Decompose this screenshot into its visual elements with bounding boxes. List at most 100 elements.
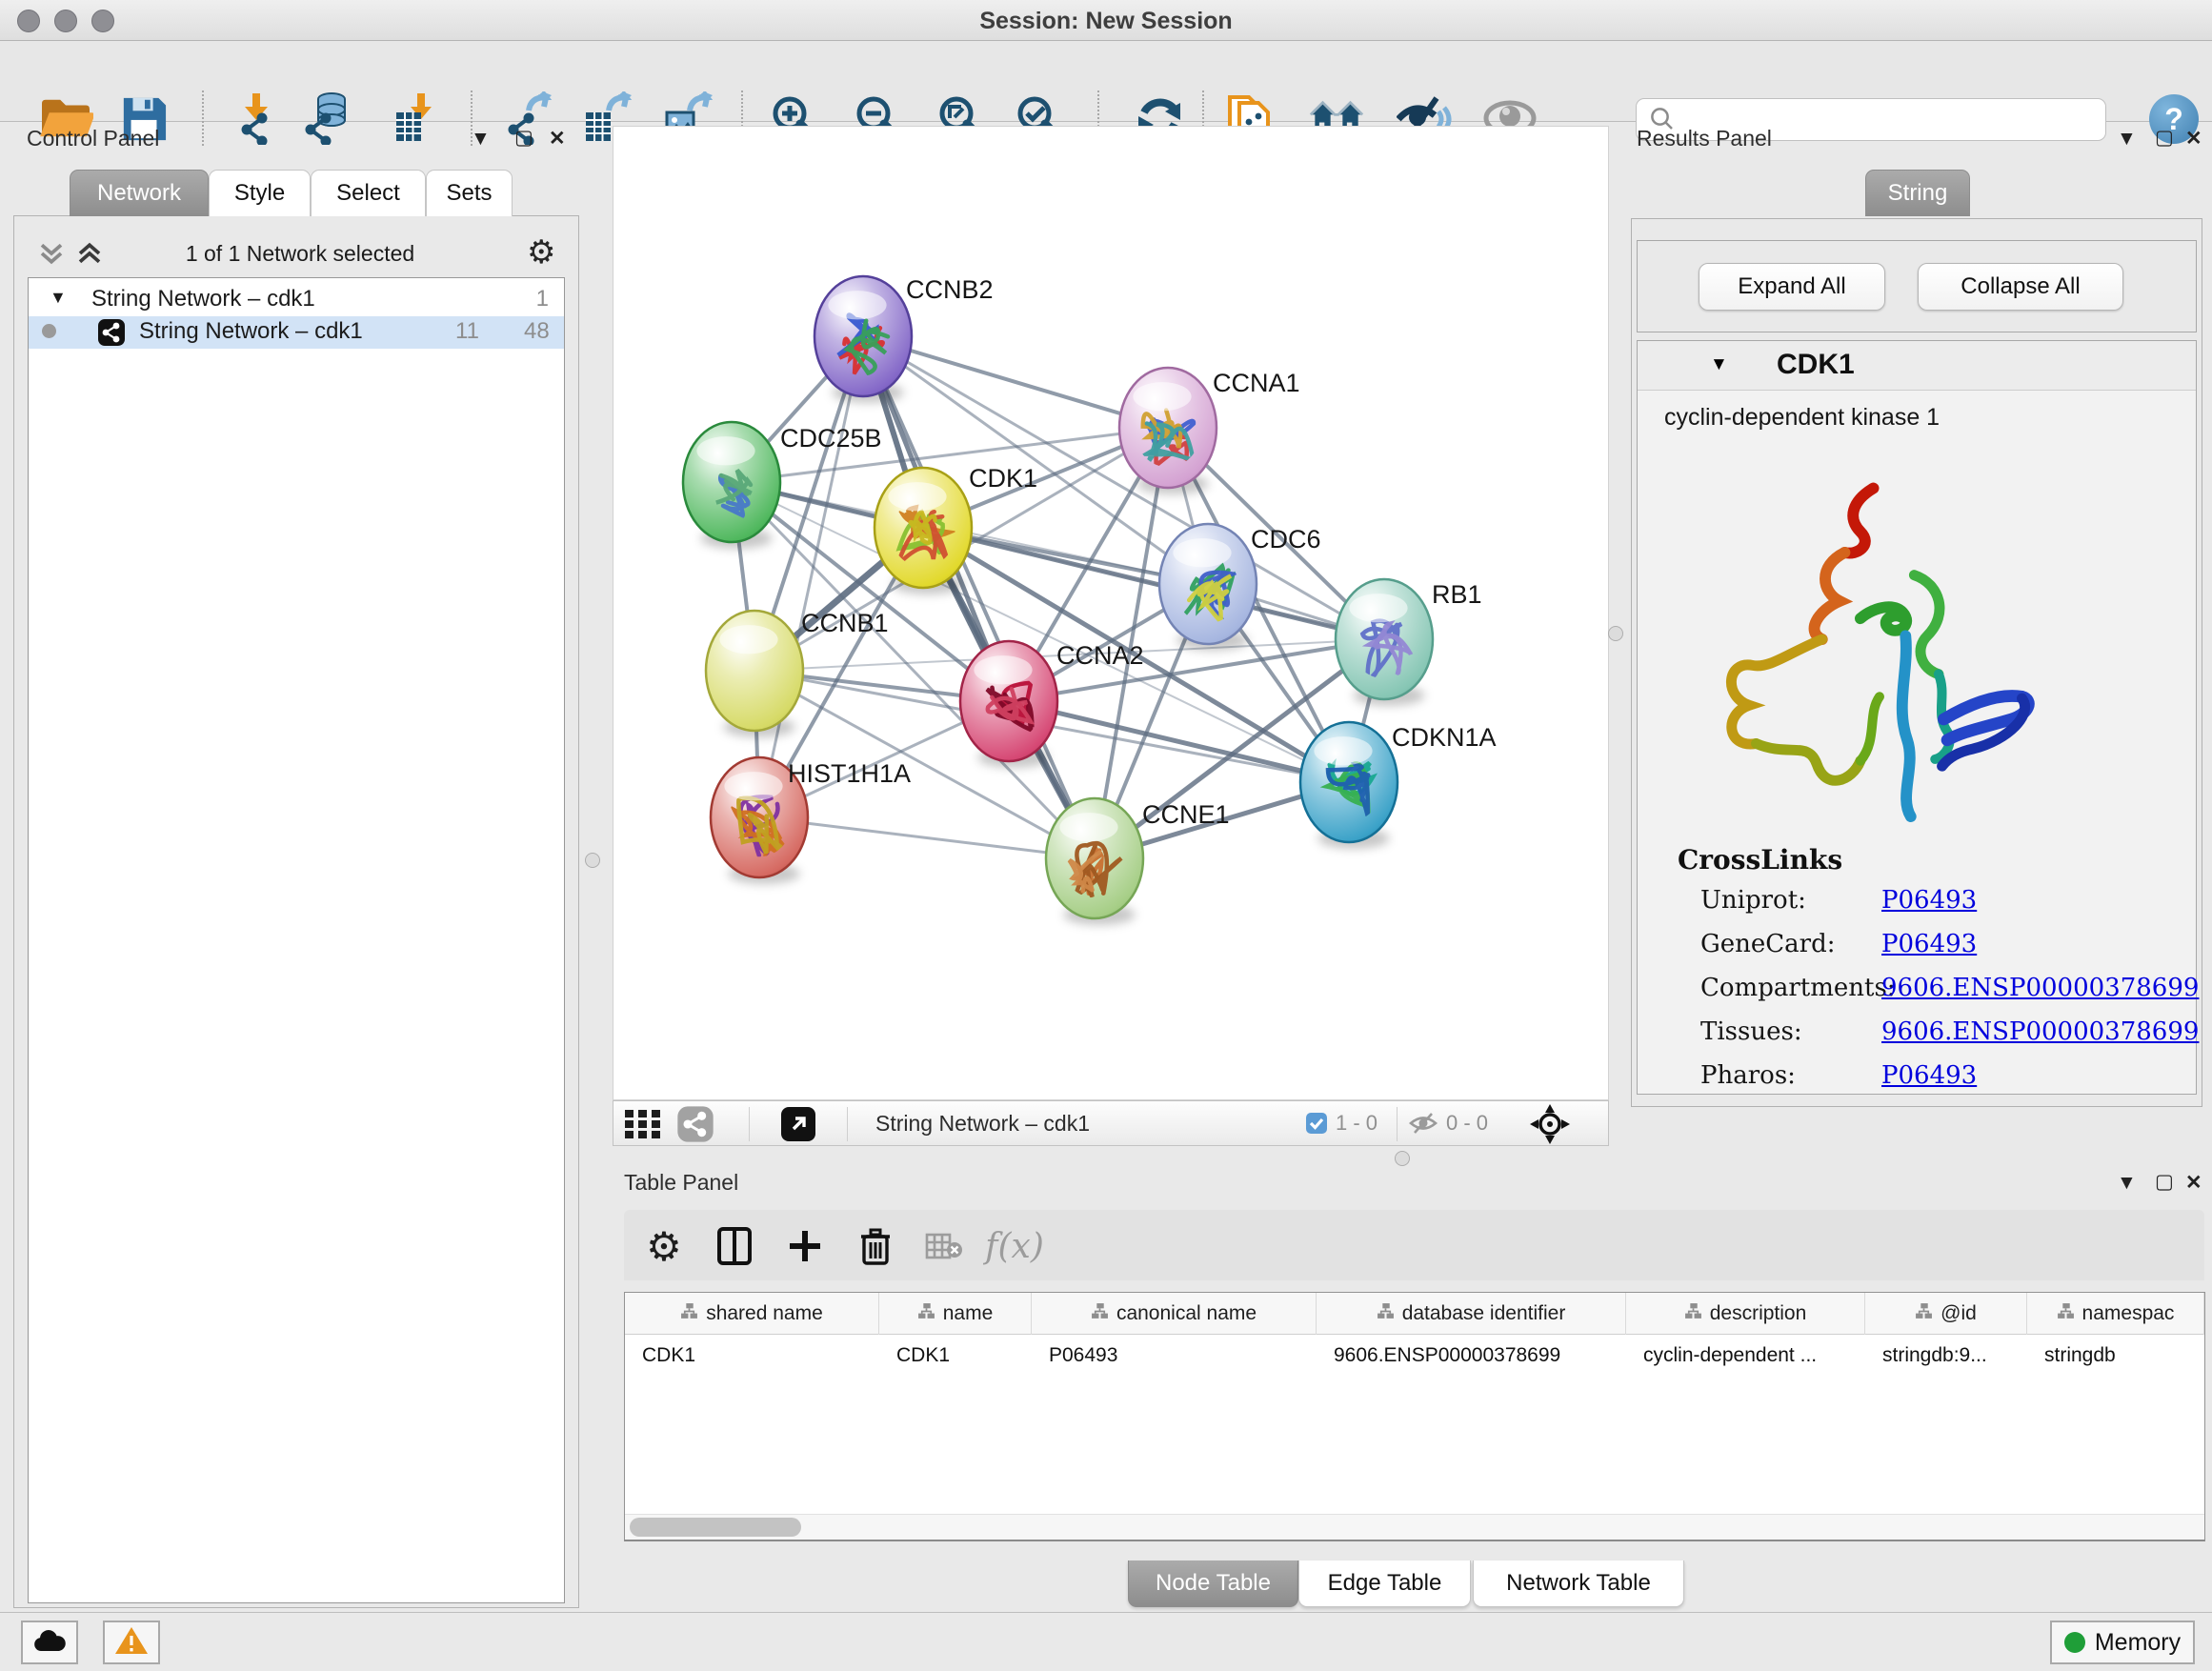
edge-HIST1H1A-CCNE1[interactable] xyxy=(759,817,1095,858)
node-CDC25B[interactable]: CDC25B xyxy=(683,422,882,549)
horizontal-splitter-handle[interactable] xyxy=(1395,1151,1410,1166)
table-cell[interactable]: cyclin-dependent ... xyxy=(1626,1337,1865,1375)
tab-node-table[interactable]: Node Table xyxy=(1128,1560,1298,1607)
tab-edge-table[interactable]: Edge Table xyxy=(1298,1560,1471,1607)
section-expander-icon[interactable]: ▼ xyxy=(1710,354,1728,375)
table-header-row: shared namenamecanonical namedatabase id… xyxy=(625,1293,2204,1335)
column-header-@id[interactable]: @id xyxy=(1865,1293,2027,1335)
crosslink-link[interactable]: P06493 xyxy=(1881,886,1977,915)
import-database-icon[interactable] xyxy=(299,91,354,146)
table-cell[interactable]: CDK1 xyxy=(625,1337,879,1375)
results-panel-close-icon[interactable]: ✕ xyxy=(2185,127,2202,151)
function-builder-icon[interactable]: f(x) xyxy=(992,1223,1037,1269)
control-panel-close-icon[interactable]: ✕ xyxy=(549,127,566,151)
results-panel-menu-icon[interactable]: ▼ xyxy=(2117,128,2137,151)
warnings-button[interactable] xyxy=(103,1621,160,1664)
network-collection-row[interactable]: ▼ String Network – cdk1 1 xyxy=(29,284,564,316)
node-CCNB1[interactable]: CCNB1 xyxy=(706,609,889,737)
column-header-namespac[interactable]: namespac xyxy=(2027,1293,2204,1335)
table-options-gear-icon[interactable]: ⚙ xyxy=(641,1223,687,1269)
gene-section-header[interactable]: ▼ CDK1 xyxy=(1638,341,2196,391)
network-options-gear-icon[interactable]: ⚙ xyxy=(527,233,555,272)
node-CCNB2[interactable]: CCNB2 xyxy=(814,275,994,403)
cloud-button[interactable] xyxy=(21,1621,78,1664)
delete-table-icon[interactable] xyxy=(921,1223,967,1269)
table-panel-title: Table Panel xyxy=(624,1170,738,1196)
table-horizontal-scrollbar[interactable] xyxy=(625,1514,2204,1540)
status-bar: Memory xyxy=(0,1612,2212,1671)
crosslink-link[interactable]: 9606.ENSP00000378699 xyxy=(1881,974,2199,1002)
node-CCNA1[interactable]: CCNA1 xyxy=(1119,368,1300,494)
selected-checkbox-icon[interactable] xyxy=(1305,1112,1328,1139)
table-cell[interactable]: 9606.ENSP00000378699 xyxy=(1317,1337,1626,1375)
control-panel-float-icon[interactable]: ▢ xyxy=(514,126,533,150)
add-column-icon[interactable] xyxy=(782,1223,828,1269)
column-header-description[interactable]: description xyxy=(1626,1293,1865,1335)
crosslink-link[interactable]: 9606.ENSP00000378699 xyxy=(1881,1017,2199,1046)
network-node-count: 11 xyxy=(455,318,479,345)
table-panel-float-icon[interactable]: ▢ xyxy=(2155,1170,2174,1194)
column-header-shared-name[interactable]: shared name xyxy=(625,1293,879,1335)
memory-button[interactable]: Memory xyxy=(2050,1621,2195,1664)
show-columns-icon[interactable] xyxy=(712,1223,757,1269)
crosslink-link[interactable]: P06493 xyxy=(1881,930,1977,958)
collection-expander-icon[interactable]: ▼ xyxy=(50,288,67,308)
table-cell[interactable]: P06493 xyxy=(1032,1337,1317,1375)
hidden-eye-slash-icon xyxy=(1408,1110,1438,1141)
title-bar: Session: New Session xyxy=(0,0,2212,41)
network-row-selected[interactable]: String Network – cdk1 11 48 xyxy=(29,316,564,349)
protein-structure-image xyxy=(1683,453,2055,827)
expand-all-trees-icon[interactable] xyxy=(75,241,104,271)
table-toolbar: ⚙ f(x) xyxy=(624,1210,2204,1280)
column-header-database-identifier[interactable]: database identifier xyxy=(1317,1293,1626,1335)
table-panel-menu-icon[interactable]: ▼ xyxy=(2117,1172,2137,1195)
table-cell[interactable]: CDK1 xyxy=(879,1337,1032,1375)
column-header-canonical-name[interactable]: canonical name xyxy=(1032,1293,1317,1335)
node-label-CCNB1: CCNB1 xyxy=(801,609,889,637)
table-cell[interactable]: stringdb xyxy=(2027,1337,2204,1375)
expand-all-button[interactable]: Expand All xyxy=(1699,263,1885,311)
main-toolbar: ? xyxy=(0,41,2212,122)
node-CCNA2[interactable]: CCNA2 xyxy=(960,641,1144,768)
tab-network-table[interactable]: Network Table xyxy=(1473,1560,1684,1607)
string-badge-icon[interactable] xyxy=(676,1105,714,1148)
node-CCNE1[interactable]: CCNE1 xyxy=(1046,798,1230,925)
results-panel-float-icon[interactable]: ▢ xyxy=(2155,126,2174,150)
control-panel-menu-icon[interactable]: ▼ xyxy=(471,128,491,151)
window-title: Session: New Session xyxy=(0,8,2212,35)
tab-select[interactable]: Select xyxy=(311,170,426,216)
node-label-CCNA1: CCNA1 xyxy=(1213,369,1300,397)
edge-CCNB2-HIST1H1A[interactable] xyxy=(759,336,863,817)
column-header-name[interactable]: name xyxy=(879,1293,1032,1335)
right-splitter-handle[interactable] xyxy=(1608,626,1623,641)
tab-sets[interactable]: Sets xyxy=(426,170,513,216)
shared-column-icon xyxy=(1091,1302,1109,1326)
crosslink-row: Pharos:P06493 xyxy=(1700,1061,2177,1090)
collapse-all-trees-icon[interactable] xyxy=(37,241,66,271)
tab-network[interactable]: Network xyxy=(70,170,209,216)
delete-column-trash-icon[interactable] xyxy=(853,1223,898,1269)
table-panel-close-icon[interactable]: ✕ xyxy=(2185,1171,2202,1195)
toolbar-separator xyxy=(847,1107,848,1141)
birdseye-grid-icon[interactable] xyxy=(623,1108,663,1145)
gene-name: CDK1 xyxy=(1777,349,1855,381)
crosslink-link[interactable]: P06493 xyxy=(1881,1061,1977,1090)
network-canvas[interactable]: CCNB2CCNA1CDC25BCDK1CDC6RB1CCNB1CCNA2CDK… xyxy=(613,126,1609,1100)
import-table-icon[interactable] xyxy=(387,91,442,146)
table-cell[interactable]: stringdb:9... xyxy=(1865,1337,2027,1375)
shared-column-icon xyxy=(1915,1302,1933,1326)
toolbar-separator xyxy=(202,91,204,146)
left-splitter-handle[interactable] xyxy=(585,853,600,868)
results-panel-title: Results Panel xyxy=(1637,126,1772,151)
import-network-icon[interactable] xyxy=(229,91,284,146)
scrollbar-thumb[interactable] xyxy=(630,1518,801,1537)
collapse-all-button[interactable]: Collapse All xyxy=(1918,263,2123,311)
tab-string[interactable]: String xyxy=(1865,170,1970,216)
network-tab-content: 1 of 1 Network selected ⚙ ▼ String Netwo… xyxy=(13,215,579,1608)
tab-style[interactable]: Style xyxy=(209,170,311,216)
detach-view-icon[interactable] xyxy=(780,1106,816,1147)
node-RB1[interactable]: RB1 xyxy=(1336,579,1482,706)
node-CDKN1A[interactable]: CDKN1A xyxy=(1300,722,1497,849)
fit-selected-crosshair-icon[interactable] xyxy=(1530,1104,1570,1149)
node-HIST1H1A[interactable]: HIST1H1A xyxy=(711,757,911,884)
